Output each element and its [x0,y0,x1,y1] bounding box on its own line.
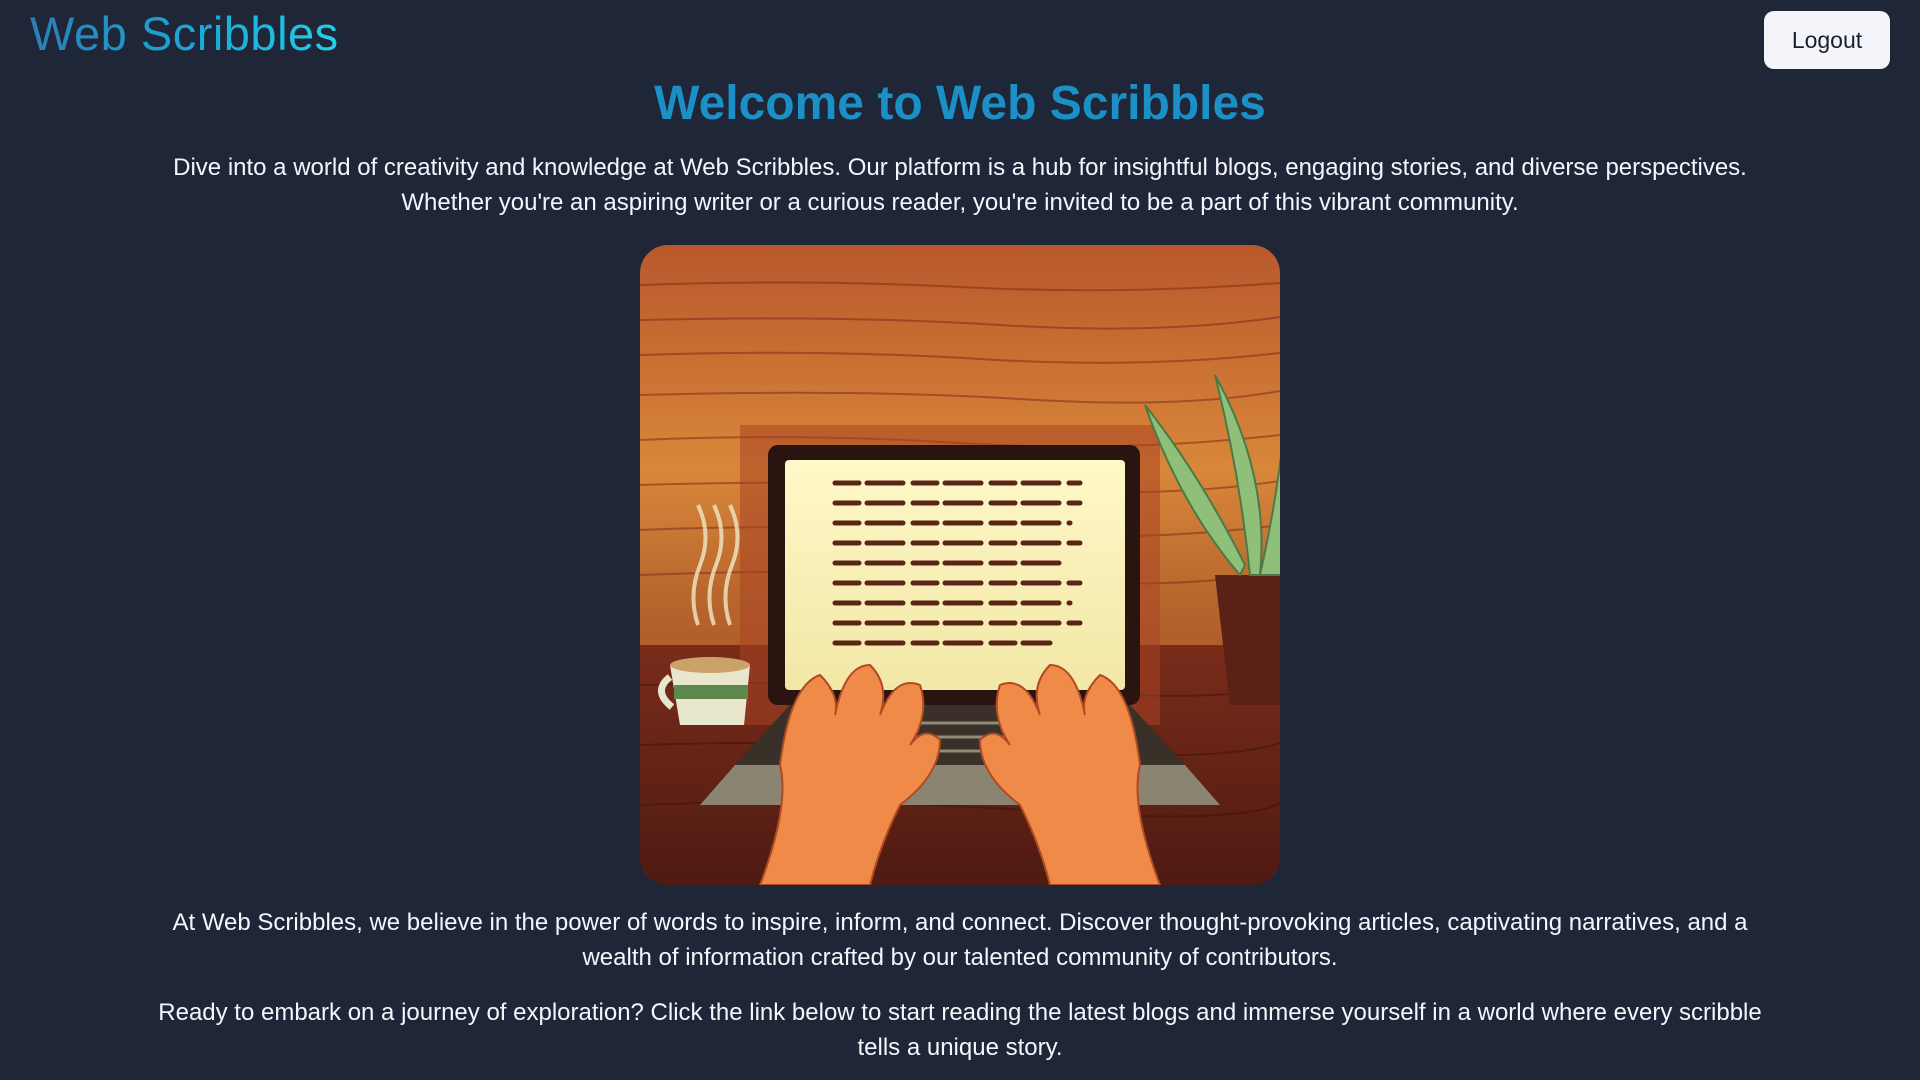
logout-button[interactable]: Logout [1764,11,1890,69]
page-title: Welcome to Web Scribbles [654,77,1266,130]
body-paragraph: At Web Scribbles, we believe in the powe… [172,909,1748,971]
cta-paragraph: Ready to embark on a journey of explorat… [158,999,1762,1061]
intro-paragraph: Dive into a world of creativity and know… [173,154,1747,216]
site-logo[interactable]: Web Scribbles [30,6,339,62]
hero-image [640,245,1280,885]
page: Web Scribbles Logout Welcome to Web Scri… [0,0,1920,1080]
